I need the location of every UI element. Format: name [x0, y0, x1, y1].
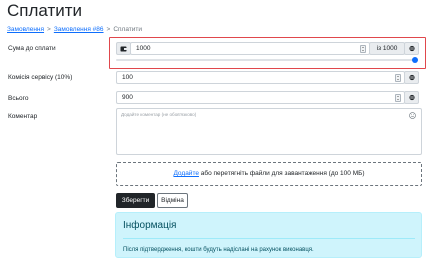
info-divider	[123, 238, 415, 239]
number-spinner-icon[interactable]	[360, 45, 366, 53]
total-label: Всього	[8, 95, 29, 102]
file-dropzone[interactable]: Додайте або перетягніть файли для завант…	[116, 162, 422, 186]
emoji-smile-icon[interactable]	[409, 112, 416, 119]
amount-label: Сума до сплати	[8, 45, 56, 52]
breadcrumb: Замовлення > Замовлення #86 > Сплатити	[7, 25, 142, 34]
save-button[interactable]: Зберегти	[116, 193, 155, 208]
breadcrumb-current: Сплатити	[113, 26, 143, 33]
upload-link[interactable]: Додайте	[173, 170, 199, 177]
cancel-button[interactable]: Відміна	[157, 193, 188, 208]
breadcrumb-order-link[interactable]: Замовлення #86	[54, 26, 104, 33]
amount-input[interactable]: 1000	[130, 42, 370, 55]
breadcrumb-orders-link[interactable]: Замовлення	[7, 26, 44, 33]
page-title: Сплатити	[7, 1, 83, 20]
coin-addon	[404, 71, 419, 84]
comment-label: Коментар	[8, 113, 38, 120]
coin-icon	[408, 45, 415, 52]
number-spinner-icon[interactable]	[395, 74, 401, 82]
total-input[interactable]: 900	[116, 91, 405, 104]
coin-icon	[408, 74, 415, 81]
amount-slider-track[interactable]	[116, 59, 417, 61]
upload-text: або перетягніть файли для завантаження (…	[200, 170, 365, 177]
coin-addon	[404, 42, 419, 55]
coin-addon	[404, 91, 419, 104]
fee-label: Комісія сервісу (10%)	[8, 74, 73, 81]
amount-max-addon: із 1000	[369, 42, 405, 55]
amount-max-label: із 1000	[376, 45, 398, 52]
amount-value: 1000	[136, 45, 151, 52]
fee-value: 100	[122, 74, 133, 81]
comment-textarea[interactable]: Додайте коментар (не обов'язково)	[116, 108, 422, 155]
coin-icon	[408, 94, 415, 101]
wallet-addon	[116, 42, 131, 55]
number-spinner-icon[interactable]	[395, 94, 401, 102]
total-value: 900	[122, 94, 133, 101]
info-heading: Інформація	[123, 220, 177, 231]
wallet-icon	[120, 46, 127, 52]
info-alert: Інформація Після підтвердження, кошти бу…	[115, 212, 422, 258]
breadcrumb-separator: >	[47, 26, 51, 33]
breadcrumb-separator: >	[106, 26, 111, 33]
comment-placeholder: Додайте коментар (не обов'язково)	[121, 112, 197, 117]
fee-input[interactable]: 100	[116, 71, 405, 84]
amount-slider-thumb[interactable]	[412, 57, 418, 63]
info-text: Після підтвердження, кошти будуть надісл…	[123, 247, 314, 253]
